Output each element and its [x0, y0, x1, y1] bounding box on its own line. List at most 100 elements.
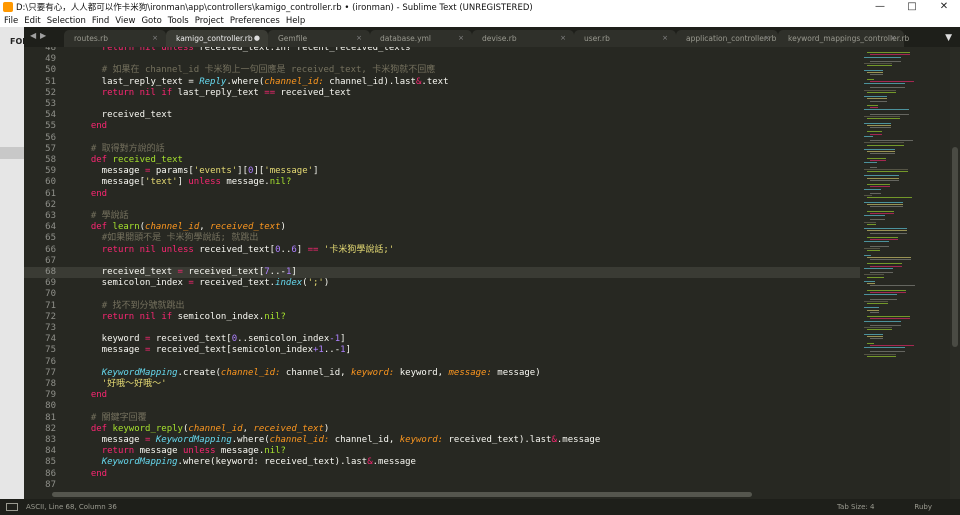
code-line[interactable]: 65 #如果開頭不是 卡米狗學說話; 就跳出 [24, 233, 860, 244]
sidebar[interactable]: FOI [0, 27, 25, 501]
close-icon[interactable]: × [560, 34, 566, 42]
minimap[interactable] [860, 47, 950, 499]
close-icon[interactable]: × [764, 34, 770, 42]
line-number: 63 [45, 211, 56, 221]
tab-kamigo-controller[interactable]: kamigo_controller.rb ● [166, 30, 268, 47]
tab-menu-icon[interactable]: ▼ [945, 33, 952, 43]
close-icon[interactable]: × [356, 34, 362, 42]
code-line[interactable]: 86 end [24, 469, 860, 480]
code-line[interactable]: 51 last_reply_text = Reply.where(channel… [24, 77, 860, 88]
code-line[interactable]: 59 message = params['events'][0]['messag… [24, 166, 860, 177]
code-line[interactable]: 67 [24, 256, 860, 267]
minimap-line [867, 289, 906, 291]
minimap-line [870, 133, 882, 135]
syntax-selector[interactable]: Ruby [914, 503, 932, 511]
tab-prev-icon[interactable]: ◀ [30, 31, 36, 40]
close-icon[interactable]: × [152, 34, 158, 42]
code-line[interactable]: 64 def learn(channel_id, received_text) [24, 222, 860, 233]
minimap-line [864, 195, 872, 197]
tab-database-yml[interactable]: database.yml × [370, 30, 472, 47]
code-line[interactable]: 81 # 關鍵字回覆 [24, 413, 860, 424]
code-line[interactable]: 55 end [24, 121, 860, 132]
code-line[interactable]: 72 return nil if semicolon_index.nil? [24, 312, 860, 323]
menu-help[interactable]: Help [286, 16, 305, 26]
menu-project[interactable]: Project [195, 16, 224, 26]
tab-size-selector[interactable]: Tab Size: 4 [837, 503, 874, 511]
code-line[interactable]: 70 [24, 289, 860, 300]
code-line[interactable]: 60 message['text'] unless message.nil? [24, 177, 860, 188]
horizontal-scrollbar[interactable] [24, 490, 860, 499]
code-line[interactable]: 76 [24, 357, 860, 368]
tab-application-controller[interactable]: application_controller.rb × [676, 30, 778, 47]
code-line[interactable]: 63 # 學說話 [24, 211, 860, 222]
code-line[interactable]: 75 message = received_text[semicolon_ind… [24, 345, 860, 356]
code-line[interactable]: 78 '好哦～好哦～' [24, 379, 860, 390]
menu-preferences[interactable]: Preferences [230, 16, 280, 26]
minimize-button[interactable]: — [864, 0, 896, 14]
tab-keyword-mappings-controller[interactable]: keyword_mappings_controller.rb × [778, 30, 909, 47]
close-icon[interactable]: × [890, 34, 896, 42]
maximize-button[interactable]: □ [896, 0, 928, 14]
code-line[interactable]: 52 return nil if last_reply_text == rece… [24, 88, 860, 99]
menu-edit[interactable]: Edit [24, 16, 40, 26]
code-line[interactable]: 71 # 找不到分號就跳出 [24, 301, 860, 312]
code-line[interactable]: 57 # 取得對方說的話 [24, 144, 860, 155]
code-line[interactable]: 49 [24, 54, 860, 65]
vertical-scrollbar[interactable] [950, 47, 960, 499]
tab-user[interactable]: user.rb × [574, 30, 676, 47]
minimap-line [867, 237, 898, 238]
minimap-line [867, 303, 888, 304]
close-button[interactable]: ✕ [928, 0, 960, 14]
minimap-line [867, 91, 896, 93]
minimap-line [870, 285, 915, 287]
code-line[interactable]: 53 [24, 99, 860, 110]
menu-file[interactable]: File [4, 16, 18, 26]
code-line[interactable]: 56 [24, 133, 860, 144]
minimap-line [864, 162, 877, 164]
panel-toggle-icon[interactable] [6, 503, 18, 511]
code-line[interactable]: 82 def keyword_reply(channel_id, receive… [24, 424, 860, 435]
menu-goto[interactable]: Goto [141, 16, 161, 26]
code-line[interactable]: 83 message = KeywordMapping.where(channe… [24, 435, 860, 446]
tab-gemfile[interactable]: Gemfile × [268, 30, 370, 47]
code-line[interactable]: 68 received_text = received_text[7..-1] [24, 267, 860, 279]
code-line[interactable]: 73 [24, 323, 860, 334]
code-text: # 取得對方說的話 [90, 143, 165, 154]
vertical-scroll-thumb[interactable] [952, 147, 958, 347]
code-line[interactable]: 66 return nil unless received_text[0..6]… [24, 245, 860, 256]
minimap-line [864, 281, 875, 282]
code-line[interactable]: 74 keyword = received_text[0..semicolon_… [24, 334, 860, 345]
minimap-line [870, 113, 909, 115]
tab-routes[interactable]: routes.rb × [64, 30, 166, 47]
code-line[interactable]: 54 received_text [24, 110, 860, 121]
code-line[interactable]: 61 end [24, 189, 860, 200]
minimap-line [870, 239, 898, 241]
tab-devise[interactable]: devise.rb × [472, 30, 574, 47]
menu-find[interactable]: Find [92, 16, 109, 26]
minimap-line [867, 157, 886, 159]
code-line[interactable]: 69 semicolon_index = received_text.index… [24, 278, 860, 289]
code-line[interactable]: 58 def received_text [24, 155, 860, 166]
code-line[interactable]: 62 [24, 200, 860, 211]
horizontal-scroll-thumb[interactable] [52, 492, 752, 497]
minimap-line [870, 351, 905, 353]
line-number: 78 [45, 379, 56, 389]
unsaved-dot-icon[interactable]: ● [254, 34, 260, 42]
code-line[interactable]: 50 # 如果在 channel_id 卡米狗上一句回應是 received_t… [24, 65, 860, 76]
close-icon[interactable]: × [662, 34, 668, 42]
menu-view[interactable]: View [115, 16, 135, 26]
code-line[interactable]: 77 KeywordMapping.create(channel_id: cha… [24, 368, 860, 379]
menu-tools[interactable]: Tools [168, 16, 189, 26]
code-editor[interactable]: 48 return nil unless received_text.in? r… [24, 47, 860, 499]
menu-selection[interactable]: Selection [47, 16, 86, 26]
close-icon[interactable]: × [458, 34, 464, 42]
code-line[interactable]: 84 return message unless message.nil? [24, 446, 860, 457]
sidebar-selected-item[interactable] [0, 147, 24, 159]
code-line[interactable]: 80 [24, 401, 860, 412]
code-line[interactable]: 85 KeywordMapping.where(keyword: receive… [24, 457, 860, 468]
code-text: # 學說話 [90, 211, 129, 221]
tab-next-icon[interactable]: ▶ [40, 31, 46, 40]
code-line[interactable]: 48 return nil unless received_text.in? r… [24, 47, 860, 54]
minimap-line [864, 56, 901, 58]
code-line[interactable]: 79 end [24, 390, 860, 401]
